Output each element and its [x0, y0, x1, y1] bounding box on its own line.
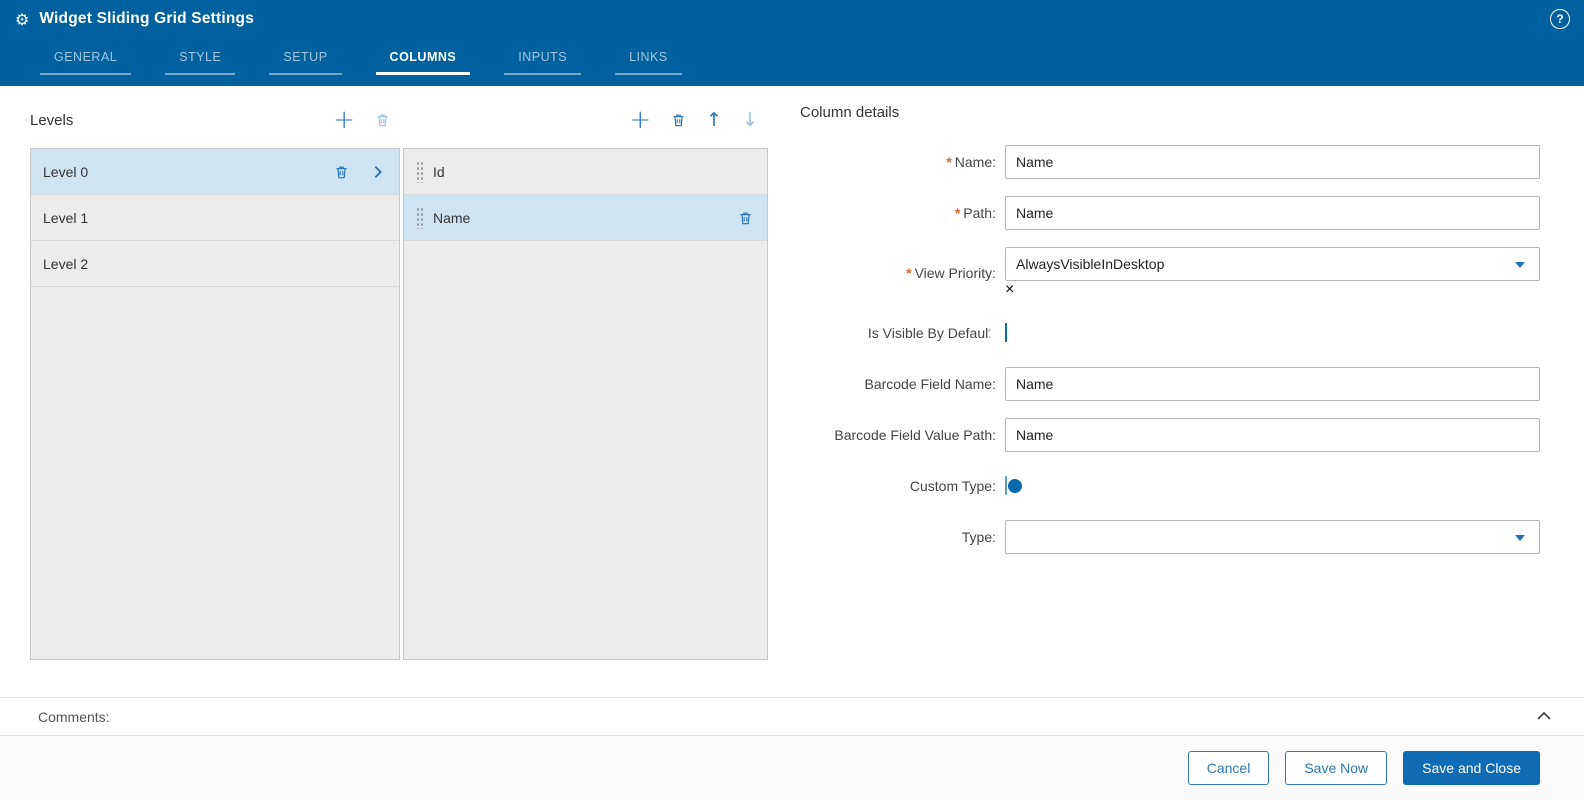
- view-priority-select[interactable]: AlwaysVisibleInDesktop: [1005, 247, 1540, 281]
- view-priority-value: AlwaysVisibleInDesktop: [1016, 256, 1165, 272]
- columns-list: Id Name: [403, 148, 768, 660]
- barcode-field-name-label: Barcode Field Name:: [864, 376, 996, 392]
- add-column-icon[interactable]: +: [629, 107, 651, 133]
- delete-column-icon[interactable]: [671, 112, 686, 128]
- chevron-up-icon[interactable]: [1536, 709, 1552, 726]
- name-label: * Name:: [946, 154, 996, 170]
- level-label: Level 2: [43, 255, 89, 272]
- chevron-down-icon[interactable]: [1515, 262, 1525, 268]
- tab-links[interactable]: LINKS: [615, 42, 682, 75]
- page-title: Widget Sliding Grid Settings: [39, 10, 255, 27]
- column-label: Name: [433, 209, 471, 226]
- add-level-icon[interactable]: +: [333, 107, 355, 133]
- tab-style[interactable]: STYLE: [165, 42, 236, 75]
- field-is-visible-row: Is Visible By Default:: [800, 316, 1540, 350]
- cancel-button[interactable]: Cancel: [1187, 751, 1270, 785]
- field-path-row: * Path:: [800, 196, 1540, 230]
- drag-handle-icon[interactable]: [416, 206, 424, 229]
- footer-bar: Cancel Save Now Save and Close: [0, 735, 1584, 800]
- required-marker: *: [946, 154, 952, 170]
- required-marker: *: [954, 205, 961, 221]
- columns-toolbar: + ↑ ↓: [403, 102, 768, 138]
- barcode-field-name-input[interactable]: [1005, 367, 1540, 401]
- clear-icon[interactable]: ×: [1005, 281, 1014, 298]
- barcode-field-value-path-input[interactable]: [1005, 418, 1540, 452]
- tab-bar: GENERAL STYLE SETUP COLUMNS INPUTS LINKS: [40, 42, 1584, 75]
- details-title: Column details: [800, 104, 900, 121]
- column-details-panel: Column details *Name: *Path: *View Prior…: [800, 104, 1540, 571]
- custom-type-toggle[interactable]: [1005, 476, 1022, 495]
- custom-type-label: Custom Type:: [909, 478, 996, 494]
- is-visible-toggle[interactable]: [989, 323, 1007, 342]
- field-custom-type-row: Custom Type:: [800, 469, 1540, 503]
- name-input[interactable]: [1005, 145, 1540, 179]
- levels-toolbar: Levels +: [30, 102, 400, 138]
- toggle-knob: [989, 325, 1004, 341]
- move-up-icon[interactable]: ↑: [706, 110, 722, 130]
- delete-level-row-icon[interactable]: [334, 164, 349, 180]
- column-row-0[interactable]: Id: [404, 149, 767, 195]
- required-marker: *: [906, 265, 912, 281]
- field-type-row: Type:: [800, 520, 1540, 554]
- level-row-0[interactable]: Level 0: [31, 149, 399, 195]
- field-barcode-name-row: Barcode Field Name:: [800, 367, 1540, 401]
- path-label: * Path:: [954, 205, 996, 221]
- chevron-right-icon[interactable]: [371, 165, 385, 179]
- title-row: ⚙ Widget Sliding Grid Settings: [0, 0, 1584, 38]
- delete-level-icon[interactable]: [375, 112, 390, 128]
- move-down-icon[interactable]: ↓: [742, 110, 758, 130]
- tab-general[interactable]: GENERAL: [40, 42, 132, 75]
- type-label: Type:: [961, 529, 996, 545]
- save-and-close-button[interactable]: Save and Close: [1403, 751, 1540, 785]
- settings-dialog: ⚙ Widget Sliding Grid Settings ? GENERAL…: [0, 0, 1584, 800]
- tab-inputs[interactable]: INPUTS: [504, 42, 582, 75]
- level-row-2[interactable]: Level 2: [31, 241, 399, 287]
- type-select[interactable]: [1005, 520, 1540, 554]
- levels-list: Level 0 Level 1 Level 2: [30, 148, 400, 660]
- level-label: Level 0: [43, 163, 89, 180]
- field-name-row: * Name:: [800, 145, 1540, 179]
- is-visible-label: Is Visible By Default:: [867, 325, 996, 341]
- field-view-priority-row: * View Priority: AlwaysVisibleInDesktop ×: [800, 247, 1540, 299]
- tab-columns[interactable]: COLUMNS: [375, 42, 471, 75]
- field-barcode-value-path-row: Barcode Field Value Path:: [800, 418, 1540, 452]
- gear-icon: ⚙: [15, 9, 30, 29]
- save-now-button[interactable]: Save Now: [1285, 751, 1388, 785]
- view-priority-label: * View Priority:: [906, 265, 996, 281]
- help-icon[interactable]: ?: [1550, 9, 1570, 29]
- comments-bar: Comments:: [0, 697, 1584, 735]
- column-row-1[interactable]: Name: [404, 195, 767, 241]
- delete-column-row-icon[interactable]: [738, 210, 753, 226]
- levels-title: Levels: [30, 111, 74, 129]
- path-input[interactable]: [1005, 196, 1540, 230]
- comments-label: Comments:: [38, 708, 110, 725]
- chevron-down-icon[interactable]: [1515, 535, 1525, 541]
- level-row-1[interactable]: Level 1: [31, 195, 399, 241]
- level-label: Level 1: [43, 209, 89, 226]
- header-bar: ⚙ Widget Sliding Grid Settings ? GENERAL…: [0, 0, 1584, 86]
- barcode-field-value-path-label: Barcode Field Value Path:: [834, 427, 996, 443]
- toggle-knob: [1008, 479, 1022, 493]
- column-label: Id: [433, 163, 445, 180]
- tab-setup[interactable]: SETUP: [269, 42, 342, 75]
- drag-handle-icon[interactable]: [416, 160, 424, 183]
